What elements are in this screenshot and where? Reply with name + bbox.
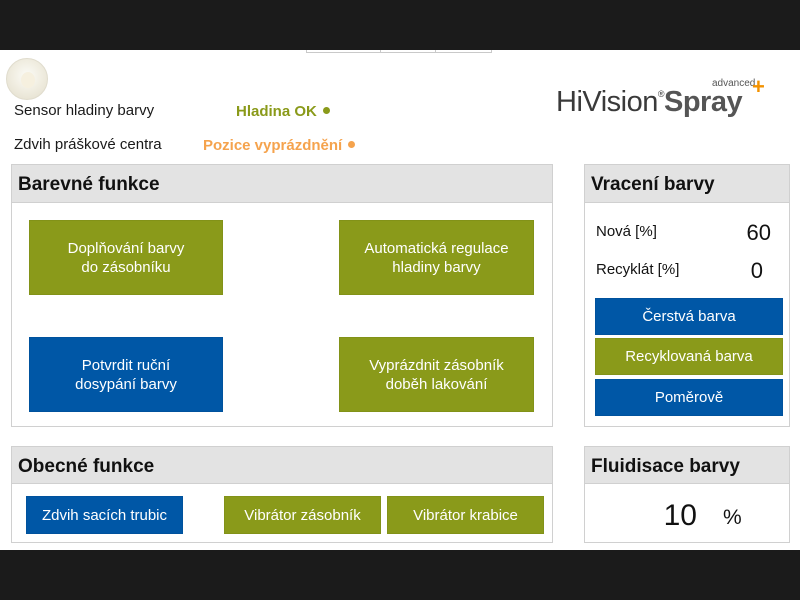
fresh-colour-button[interactable]: Čerstvá barva <box>595 298 783 335</box>
colour-functions-panel: Barevné funkce Doplňování barvy do zásob… <box>11 164 553 427</box>
confirm-manual-fill-button[interactable]: Potvrdit ruční dosypání barvy <box>29 337 223 412</box>
panel-header: Vracení barvy <box>585 165 789 203</box>
logo-advanced: advanced <box>712 78 756 89</box>
lift-label: Zdvih práškové centra <box>14 136 162 153</box>
plus-icon: + <box>752 74 765 99</box>
bottom-letterbox-bar <box>0 550 800 600</box>
panel-header: Fluidisace barvy <box>585 447 789 484</box>
panel-title: Obecné funkce <box>18 456 155 477</box>
hmi-screen: Sensor hladiny barvy Hladina OK Zdvih pr… <box>0 50 800 550</box>
panel-header: Obecné funkce <box>12 447 552 484</box>
general-functions-panel: Obecné funkce Zdvih sacích trubic Vibrát… <box>11 446 553 543</box>
tab-separator <box>380 50 381 53</box>
logo-hivision: HiVision <box>556 86 658 118</box>
panel-title: Vracení barvy <box>591 174 715 195</box>
hopper-vibrator-button[interactable]: Vibrátor zásobník <box>224 496 381 534</box>
sensor-status: Hladina OK <box>236 103 330 120</box>
recycled-colour-button[interactable]: Recyklovaná barva <box>595 338 783 375</box>
top-tab-strip <box>306 50 492 53</box>
sensor-status-text: Hladina OK <box>236 103 317 120</box>
top-letterbox-bar <box>0 0 800 50</box>
recycled-percent-value: 0 <box>750 258 763 283</box>
avatar-face <box>21 72 35 88</box>
status-dot-icon <box>322 107 330 114</box>
new-percent-label: Nová [%] <box>596 223 657 240</box>
empty-hopper-button[interactable]: Vyprázdnit zásobník doběh lakování <box>339 337 534 412</box>
hivision-spray-logo: HiVision®Spray advanced + <box>556 74 776 122</box>
logo-wordmark: HiVision®Spray <box>556 86 743 119</box>
fill-hopper-button[interactable]: Doplňování barvy do zásobníku <box>29 220 223 295</box>
logo-spray: Spray <box>664 86 743 118</box>
ratio-button[interactable]: Poměrově <box>595 379 783 416</box>
fluidisation-panel: Fluidisace barvy 10 % <box>584 446 790 543</box>
fluidisation-unit: % <box>723 506 742 529</box>
tab-separator <box>435 50 436 53</box>
avatar[interactable] <box>6 58 48 100</box>
lift-suction-tubes-button[interactable]: Zdvih sacích trubic <box>26 496 183 534</box>
panel-title: Fluidisace barvy <box>591 456 740 477</box>
panel-header: Barevné funkce <box>12 165 552 203</box>
auto-level-regulation-button[interactable]: Automatická regulace hladiny barvy <box>339 220 534 295</box>
colour-return-panel: Vracení barvy Nová [%] 60 Recyklát [%] 0… <box>584 164 790 427</box>
new-percent-value: 60 <box>746 220 771 245</box>
lift-status-text: Pozice vyprázdnění <box>203 137 343 154</box>
lift-status: Pozice vyprázdnění <box>203 137 356 154</box>
sensor-label: Sensor hladiny barvy <box>14 102 155 119</box>
panel-title: Barevné funkce <box>18 174 160 195</box>
recycled-percent-label: Recyklát [%] <box>596 261 680 278</box>
status-dot-icon <box>348 141 356 148</box>
fluidisation-value[interactable]: 10 <box>635 499 697 533</box>
box-vibrator-button[interactable]: Vibrátor krabice <box>387 496 544 534</box>
